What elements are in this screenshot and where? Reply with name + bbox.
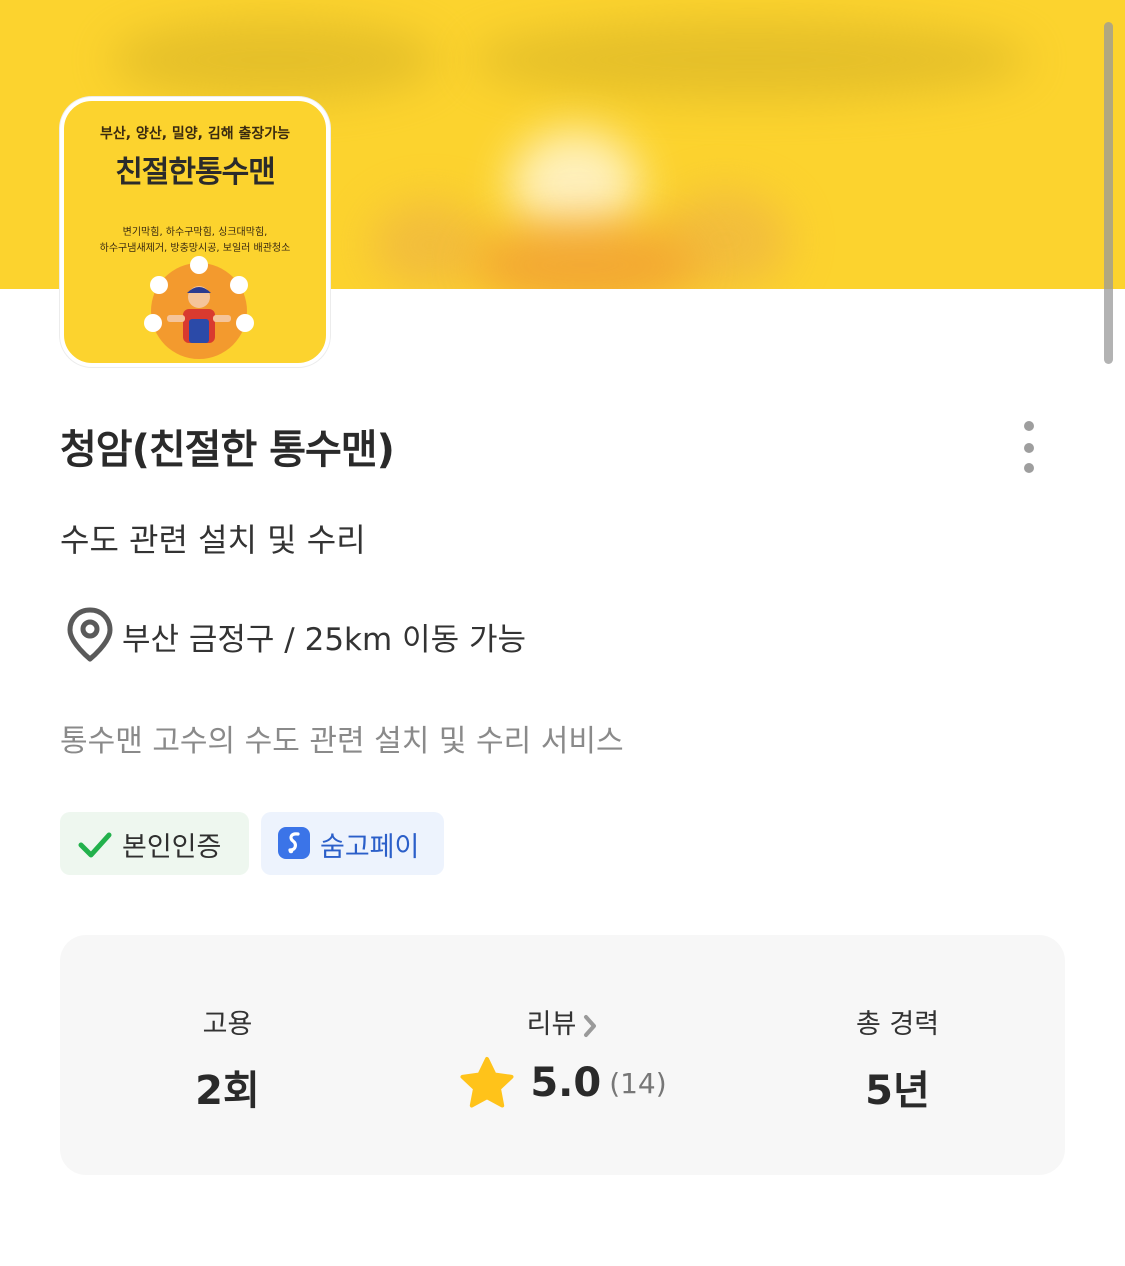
map-pin-icon: [67, 607, 113, 662]
banner-blur-shape: [370, 200, 490, 289]
profile-image-service-area: 부산, 양산, 밀양, 김해 출장가능: [99, 126, 290, 142]
more-vertical-icon: [1024, 463, 1034, 473]
profile-image-services-line: 하수구냄새제거, 방충망시공, 보일러 배관청소: [99, 243, 291, 254]
star-icon: [460, 1057, 514, 1108]
career-years: 5년: [865, 1068, 930, 1114]
career-label: 총 경력: [855, 1009, 940, 1040]
more-options-button[interactable]: [1013, 415, 1045, 481]
hire-label: 고용: [202, 1009, 253, 1040]
identity-verified-badge: 본인인증: [60, 812, 249, 875]
profile-image-services-line: 변기막힘, 하수구막힘, 싱크대막힘,: [122, 227, 268, 238]
location-text: 부산 금정구 / 25km 이동 가능: [122, 622, 526, 658]
more-vertical-icon: [1024, 421, 1034, 431]
pro-name: 청암(친절한 통수맨): [60, 427, 395, 473]
review-summary: 5.0 (14): [395, 1055, 730, 1111]
review-rating: 5.0: [530, 1060, 602, 1106]
banner-blur-shape: [110, 20, 440, 100]
review-link[interactable]: 리뷰: [395, 1002, 730, 1041]
service-category: 수도 관련 설치 및 수리: [60, 521, 366, 559]
check-icon: [78, 832, 112, 858]
identity-verified-label: 본인인증: [122, 832, 222, 863]
banner-blur-shape: [470, 20, 1030, 100]
review-stat[interactable]: 리뷰 5.0 (14): [395, 935, 730, 1175]
hire-count: 2회: [195, 1068, 260, 1114]
career-stat: 총 경력 5년: [730, 935, 1065, 1175]
pro-intro: 통수맨 고수의 수도 관련 설치 및 수리 서비스: [60, 724, 624, 759]
profile-image-brand: 친절한통수맨: [115, 155, 276, 190]
chevron-right-icon: [584, 1014, 597, 1037]
soomgo-pay-label: 숨고페이: [320, 832, 420, 863]
soomgo-pay-icon: [278, 827, 310, 859]
review-count: (14): [609, 1066, 667, 1100]
soomgo-pay-badge: 숨고페이: [261, 812, 444, 875]
review-label: 리뷰: [526, 1009, 577, 1040]
scrollbar[interactable]: [1104, 22, 1113, 364]
profile-image[interactable]: 부산, 양산, 밀양, 김해 출장가능 친절한통수맨 변기막힘, 하수구막힘, …: [60, 97, 330, 367]
stats-card: 고용 2회 리뷰 5.0 (14) 총 경력 5년: [60, 935, 1065, 1175]
more-vertical-icon: [1024, 443, 1034, 453]
hire-stat: 고용 2회: [60, 935, 395, 1175]
plumber-illustration: [144, 256, 254, 359]
